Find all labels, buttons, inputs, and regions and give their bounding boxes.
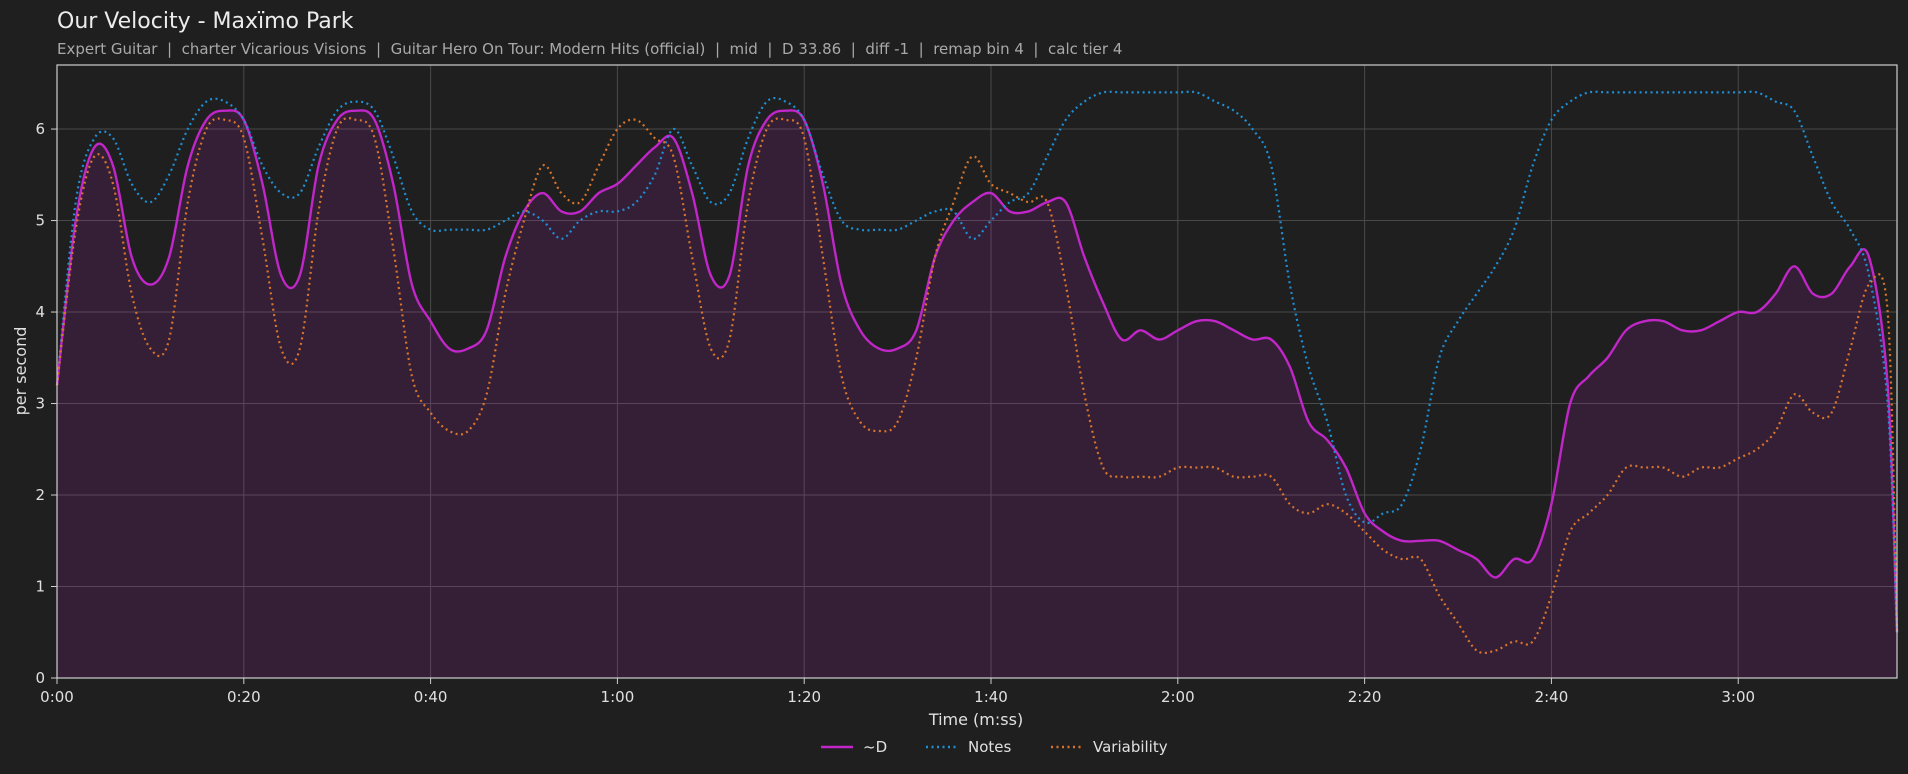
x-tick-label-4: 1:20 xyxy=(787,688,821,706)
x-tick-label-0: 0:00 xyxy=(40,688,74,706)
y-axis-label: per second xyxy=(11,327,30,416)
x-tick-label-3: 1:00 xyxy=(601,688,635,706)
x-tick-label-7: 2:20 xyxy=(1348,688,1382,706)
y-tick-label-4: 4 xyxy=(35,303,45,321)
legend: ~D Notes Variability xyxy=(821,738,1168,756)
y-tick-label-5: 5 xyxy=(35,212,45,230)
velocity-chart: Our Velocity - Maxïmo Park Expert Guitar… xyxy=(11,9,1899,756)
series-area-0 xyxy=(57,110,1897,678)
chart-title: Our Velocity - Maxïmo Park xyxy=(57,9,354,34)
y-tick-label-1: 1 xyxy=(35,578,45,596)
x-tick-label-9: 3:00 xyxy=(1721,688,1755,706)
legend-label-1: Notes xyxy=(968,738,1012,756)
legend-label-0: ~D xyxy=(863,738,887,756)
series-layer xyxy=(55,90,1899,678)
y-tick-label-6: 6 xyxy=(35,120,45,138)
chart-root: Our Velocity - Maxïmo Park Expert Guitar… xyxy=(0,0,1908,774)
y-tick-label-3: 3 xyxy=(35,395,45,413)
x-tick-label-8: 2:40 xyxy=(1535,688,1569,706)
x-tick-label-6: 2:00 xyxy=(1161,688,1195,706)
x-axis-label: Time (m:ss) xyxy=(928,710,1023,729)
y-tick-label-0: 0 xyxy=(35,669,45,687)
y-tick-label-2: 2 xyxy=(35,486,45,504)
chart-subtitle: Expert Guitar | charter Vicarious Vision… xyxy=(57,40,1122,58)
legend-label-2: Variability xyxy=(1093,738,1168,756)
x-tick-label-1: 0:20 xyxy=(227,688,261,706)
x-tick-label-5: 1:40 xyxy=(974,688,1008,706)
x-tick-label-2: 0:40 xyxy=(414,688,448,706)
